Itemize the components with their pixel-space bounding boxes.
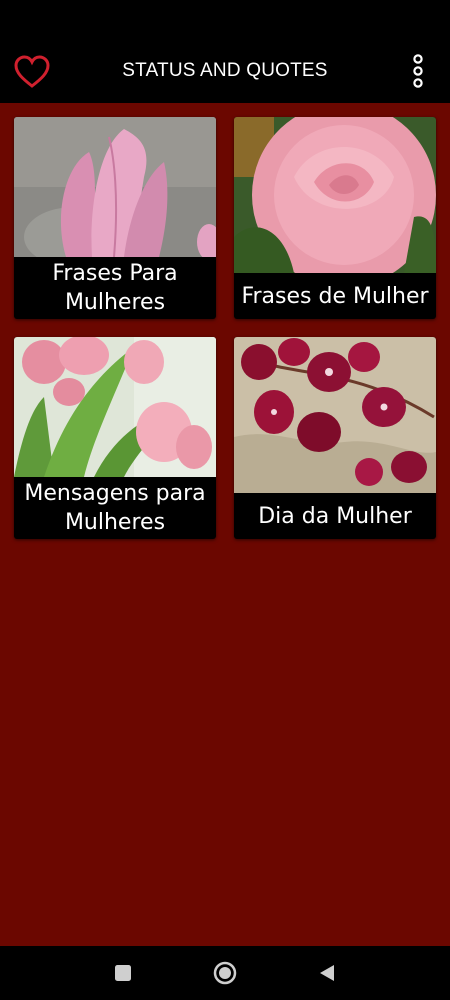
red-orchids-photo <box>234 337 436 493</box>
category-tile-frases-de-mulher[interactable]: Frases de Mulher <box>234 117 436 319</box>
pink-rose-photo <box>234 117 436 273</box>
more-vert-icon[interactable] <box>403 52 433 92</box>
app-title: STATUS AND QUOTES <box>122 60 328 81</box>
category-tile-mensagens-para-mulheres[interactable]: Mensagens para Mulheres <box>14 337 216 539</box>
category-label: Frases de Mulher <box>241 283 429 309</box>
category-tile-dia-da-mulher[interactable]: Dia da Mulher <box>234 337 436 539</box>
category-label: Mensagens para Mulheres <box>24 481 206 535</box>
category-label: Dia da Mulher <box>258 503 412 529</box>
pink-tulips-bouquet-photo <box>14 337 216 477</box>
status-bar <box>0 0 450 42</box>
app-bar: STATUS AND QUOTES <box>0 42 450 103</box>
square-icon[interactable] <box>110 960 136 986</box>
home-circle-icon[interactable] <box>212 960 238 986</box>
back-triangle-icon[interactable] <box>314 960 340 986</box>
navigation-bar <box>0 946 450 1000</box>
category-tile-frases-para-mulheres[interactable]: Frases Para Mulheres <box>14 117 216 319</box>
pink-tulip-photo <box>14 117 216 257</box>
category-label: Frases Para Mulheres <box>52 261 178 315</box>
